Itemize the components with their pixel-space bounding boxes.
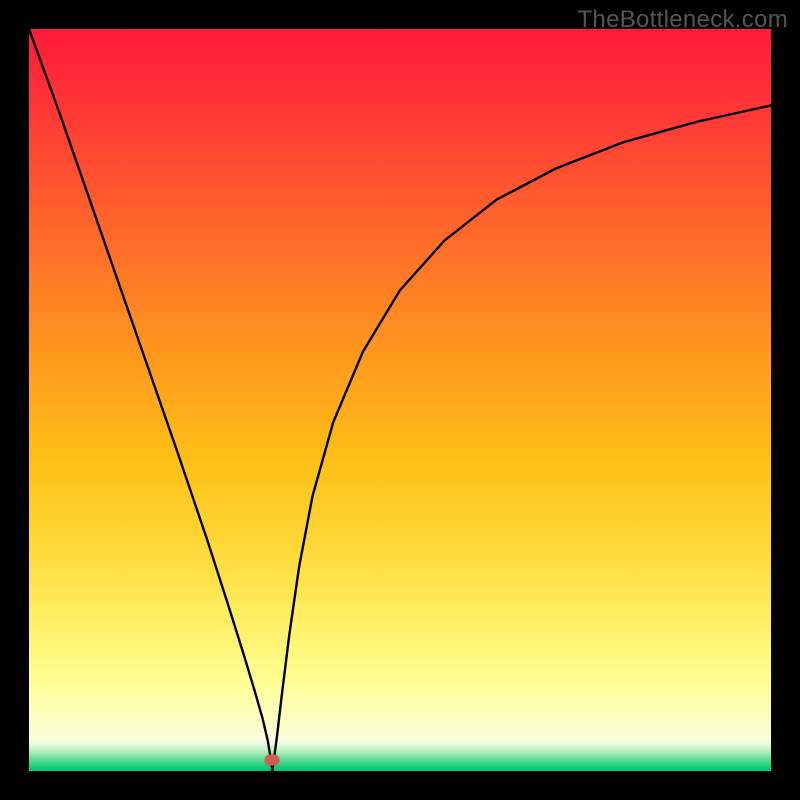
gradient-background (29, 29, 771, 771)
watermark-text: TheBottleneck.com (577, 6, 788, 34)
chart-plot-area (29, 29, 771, 771)
optimal-point-marker (265, 754, 280, 765)
